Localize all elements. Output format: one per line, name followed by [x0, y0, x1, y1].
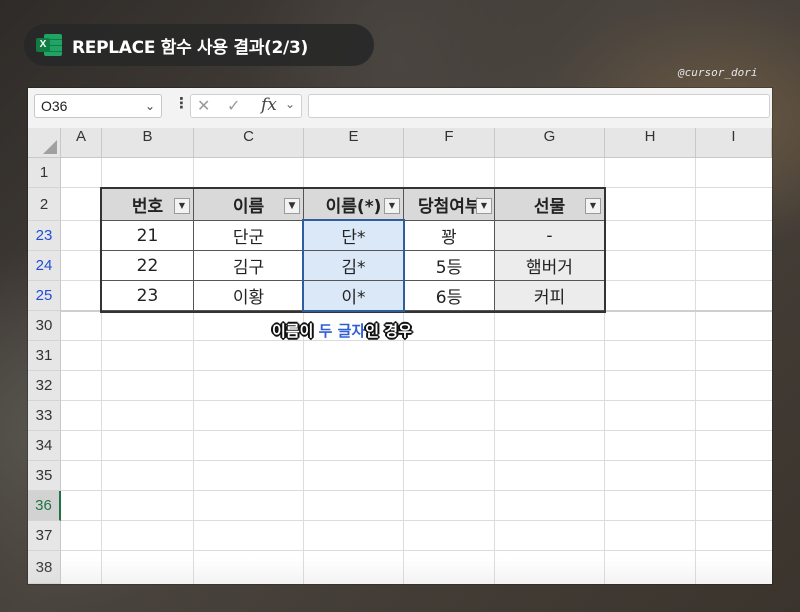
row-header-38[interactable]: 38 — [28, 551, 61, 584]
excel-icon: X — [36, 34, 62, 56]
table-cell[interactable]: 김* — [303, 250, 404, 281]
name-box[interactable]: O36 ⌄ — [34, 94, 162, 118]
column-header-a[interactable]: A — [61, 128, 102, 158]
annotation-note: 이름이 두 글자인 경우 — [272, 322, 412, 340]
table-cell[interactable]: 단군 — [193, 220, 304, 251]
filter-dropdown-icon[interactable]: ▼ — [585, 198, 601, 214]
excel-window: O36 ⌄ ⋮ ✕ ✓ fx ⌄ A B C E F G H I 1 2 23 … — [28, 88, 772, 584]
filter-dropdown-icon[interactable]: ▼ — [476, 198, 492, 214]
chevron-down-icon[interactable]: ⌄ — [145, 95, 155, 117]
enter-icon[interactable]: ✓ — [227, 96, 240, 115]
formula-input[interactable] — [308, 94, 770, 118]
worksheet-grid[interactable]: A B C E F G H I 1 2 23 24 25 30 31 32 33… — [28, 128, 772, 584]
row-header-24[interactable]: 24 — [28, 251, 61, 281]
column-header-b[interactable]: B — [102, 128, 194, 158]
row-header-31[interactable]: 31 — [28, 341, 61, 371]
row-header-23[interactable]: 23 — [28, 221, 61, 251]
select-all-button[interactable] — [28, 128, 61, 158]
insert-function-icon[interactable]: fx — [261, 95, 277, 115]
column-header-c[interactable]: C — [194, 128, 304, 158]
column-header-g[interactable]: G — [495, 128, 605, 158]
chevron-down-icon[interactable]: ⌄ — [285, 97, 295, 111]
column-header-f[interactable]: F — [404, 128, 495, 158]
more-options-icon[interactable]: ⋮ — [174, 94, 189, 112]
credit-watermark: @cursor_dori — [678, 66, 758, 79]
table-cell[interactable]: 단* — [303, 220, 404, 251]
row-header-25[interactable]: 25 — [28, 281, 61, 311]
row-header-1[interactable]: 1 — [28, 158, 61, 188]
table-cell[interactable]: 커피 — [494, 280, 605, 311]
table-cell[interactable]: 꽝 — [403, 220, 495, 251]
row-header-33[interactable]: 33 — [28, 401, 61, 431]
table-cell[interactable]: 6등 — [403, 280, 495, 311]
row-header-32[interactable]: 32 — [28, 371, 61, 401]
table-cell[interactable]: 이황 — [193, 280, 304, 311]
table-cell[interactable]: 김구 — [193, 250, 304, 281]
row-header-37[interactable]: 37 — [28, 521, 61, 551]
bottom-fade — [28, 558, 772, 584]
table-cell[interactable]: 22 — [101, 250, 194, 281]
formula-buttons: ✕ ✓ fx ⌄ — [190, 94, 302, 118]
table-cell[interactable]: 햄버거 — [494, 250, 605, 281]
filter-dropdown-icon[interactable]: ▼ — [174, 198, 190, 214]
row-header-30[interactable]: 30 — [28, 311, 61, 341]
table-cell[interactable]: 이* — [303, 280, 404, 311]
column-header-h[interactable]: H — [605, 128, 696, 158]
title-banner: X REPLACE 함수 사용 결과(2/3) — [24, 24, 374, 66]
row-header-35[interactable]: 35 — [28, 461, 61, 491]
table-cell[interactable]: 5등 — [403, 250, 495, 281]
banner-title: REPLACE 함수 사용 결과(2/3) — [72, 37, 308, 58]
row-header-34[interactable]: 34 — [28, 431, 61, 461]
cancel-icon[interactable]: ✕ — [197, 96, 210, 115]
column-header-e[interactable]: E — [304, 128, 404, 158]
table-cell[interactable]: 23 — [101, 280, 194, 311]
name-box-value: O36 — [41, 98, 68, 114]
row-header-2[interactable]: 2 — [28, 188, 61, 221]
table-cell[interactable]: - — [494, 220, 605, 251]
column-header-i[interactable]: I — [696, 128, 772, 158]
filter-dropdown-icon[interactable]: ▼ — [384, 198, 400, 214]
row-header-36[interactable]: 36 — [28, 491, 61, 521]
filter-applied-icon[interactable]: ▼ — [284, 198, 300, 214]
table-cell[interactable]: 21 — [101, 220, 194, 251]
formula-bar: O36 ⌄ ⋮ ✕ ✓ fx ⌄ — [28, 88, 772, 122]
